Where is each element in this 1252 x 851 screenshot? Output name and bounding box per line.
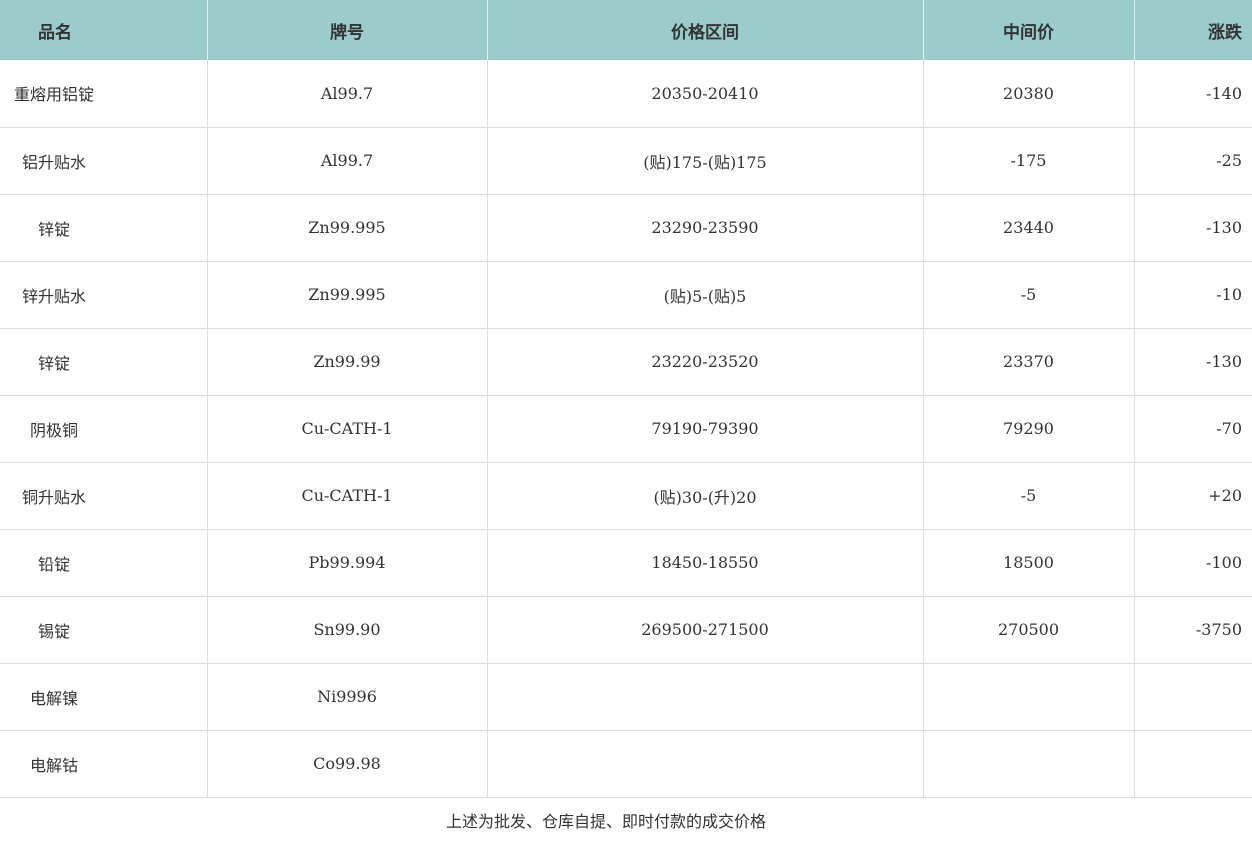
- cell-price-range: 269500-271500: [487, 596, 924, 664]
- cell-change: -100: [1134, 529, 1252, 597]
- cell-mid-price: [923, 730, 1135, 798]
- cell-grade: Al99.7: [207, 60, 488, 128]
- price-table: 品名 牌号 价格区间 中间价 涨跌 重熔用铝锭 Al99.7 20350-204…: [0, 0, 1252, 798]
- cell-change: +20: [1134, 462, 1252, 530]
- cell-name-text: 铝升贴水: [21, 152, 86, 172]
- cell-price-range: 79190-79390: [487, 395, 924, 463]
- header-grade: 牌号: [207, 0, 488, 60]
- cell-grade: Ni9996: [207, 663, 488, 731]
- cell-name-text: 锌升贴水: [21, 286, 86, 306]
- cell-name-text: 锌锭: [37, 353, 70, 373]
- cell-name: 重熔用铝锭: [0, 60, 208, 128]
- cell-name: 锌升贴水: [0, 261, 208, 329]
- cell-price-range: 18450-18550: [487, 529, 924, 597]
- cell-mid-price: 270500: [923, 596, 1135, 664]
- table-row: 铅锭 Pb99.994 18450-18550 18500 -100: [0, 529, 1252, 597]
- cell-mid-price: 23440: [923, 194, 1135, 262]
- price-table-container: 品名 牌号 价格区间 中间价 涨跌 重熔用铝锭 Al99.7 20350-204…: [0, 0, 1252, 798]
- cell-grade: Zn99.99: [207, 328, 488, 396]
- cell-mid-price: -5: [923, 261, 1135, 329]
- cell-grade: Sn99.90: [207, 596, 488, 664]
- cell-mid-price: 23370: [923, 328, 1135, 396]
- cell-grade: Zn99.995: [207, 194, 488, 262]
- table-header: 品名 牌号 价格区间 中间价 涨跌: [0, 0, 1252, 60]
- cell-price-range: 23290-23590: [487, 194, 924, 262]
- cell-grade: Cu-CATH-1: [207, 462, 488, 530]
- cell-name-text: 锌锭: [37, 219, 70, 239]
- header-price-range: 价格区间: [487, 0, 924, 60]
- cell-price-range: 23220-23520: [487, 328, 924, 396]
- cell-name: 铝升贴水: [0, 127, 208, 195]
- table-body: 重熔用铝锭 Al99.7 20350-20410 20380 -140 铝升贴水…: [0, 60, 1252, 798]
- cell-price-range: (贴)5-(贴)5: [487, 261, 924, 329]
- cell-price-range: [487, 730, 924, 798]
- cell-grade: Pb99.994: [207, 529, 488, 597]
- cell-name-text: 锡锭: [37, 621, 70, 641]
- cell-mid-price: 20380: [923, 60, 1135, 128]
- cell-change: -10: [1134, 261, 1252, 329]
- table-row: 锡锭 Sn99.90 269500-271500 270500 -3750: [0, 596, 1252, 664]
- table-row: 铜升贴水 Cu-CATH-1 (贴)30-(升)20 -5 +20: [0, 462, 1252, 530]
- cell-grade: Cu-CATH-1: [207, 395, 488, 463]
- cell-mid-price: 79290: [923, 395, 1135, 463]
- cell-grade: Al99.7: [207, 127, 488, 195]
- cell-name-text: 铅锭: [37, 554, 70, 574]
- header-mid-price: 中间价: [923, 0, 1135, 60]
- cell-price-range: (贴)30-(升)20: [487, 462, 924, 530]
- cell-name: 电解钴: [0, 730, 208, 798]
- cell-change: [1134, 730, 1252, 798]
- cell-name-text: 电解镍: [29, 688, 78, 708]
- cell-name: 锌锭: [0, 194, 208, 262]
- cell-mid-price: -5: [923, 462, 1135, 530]
- cell-price-range: 20350-20410: [487, 60, 924, 128]
- cell-name-text: 重熔用铝锭: [13, 85, 94, 105]
- table-row: 锌锭 Zn99.995 23290-23590 23440 -130: [0, 194, 1252, 262]
- cell-mid-price: -175: [923, 127, 1135, 195]
- cell-change: -25: [1134, 127, 1252, 195]
- cell-price-range: (贴)175-(贴)175: [487, 127, 924, 195]
- cell-grade: Zn99.995: [207, 261, 488, 329]
- cell-change: -70: [1134, 395, 1252, 463]
- cell-name: 电解镍: [0, 663, 208, 731]
- table-row: 重熔用铝锭 Al99.7 20350-20410 20380 -140: [0, 60, 1252, 128]
- header-row: 品名 牌号 价格区间 中间价 涨跌: [0, 0, 1252, 60]
- footer-note: 上述为批发、仓库自提、即时付款的成交价格: [445, 812, 766, 831]
- table-row: 电解镍 Ni9996: [0, 663, 1252, 731]
- header-name: 品名: [0, 0, 208, 60]
- header-change: 涨跌: [1134, 0, 1252, 60]
- cell-grade: Co99.98: [207, 730, 488, 798]
- cell-name: 锌锭: [0, 328, 208, 396]
- table-row: 阴极铜 Cu-CATH-1 79190-79390 79290 -70: [0, 395, 1252, 463]
- cell-price-range: [487, 663, 924, 731]
- cell-name: 铅锭: [0, 529, 208, 597]
- table-row: 锌升贴水 Zn99.995 (贴)5-(贴)5 -5 -10: [0, 261, 1252, 329]
- cell-mid-price: [923, 663, 1135, 731]
- table-row: 铝升贴水 Al99.7 (贴)175-(贴)175 -175 -25: [0, 127, 1252, 195]
- cell-change: -130: [1134, 194, 1252, 262]
- cell-mid-price: 18500: [923, 529, 1135, 597]
- cell-name: 铜升贴水: [0, 462, 208, 530]
- table-row: 锌锭 Zn99.99 23220-23520 23370 -130: [0, 328, 1252, 396]
- table-row: 电解钴 Co99.98: [0, 730, 1252, 798]
- cell-change: -3750: [1134, 596, 1252, 664]
- cell-name: 阴极铜: [0, 395, 208, 463]
- cell-name-text: 铜升贴水: [21, 487, 86, 507]
- cell-change: -130: [1134, 328, 1252, 396]
- cell-change: [1134, 663, 1252, 731]
- cell-name: 锡锭: [0, 596, 208, 664]
- cell-change: -140: [1134, 60, 1252, 128]
- cell-name-text: 阴极铜: [29, 420, 78, 440]
- cell-name-text: 电解钴: [29, 755, 78, 775]
